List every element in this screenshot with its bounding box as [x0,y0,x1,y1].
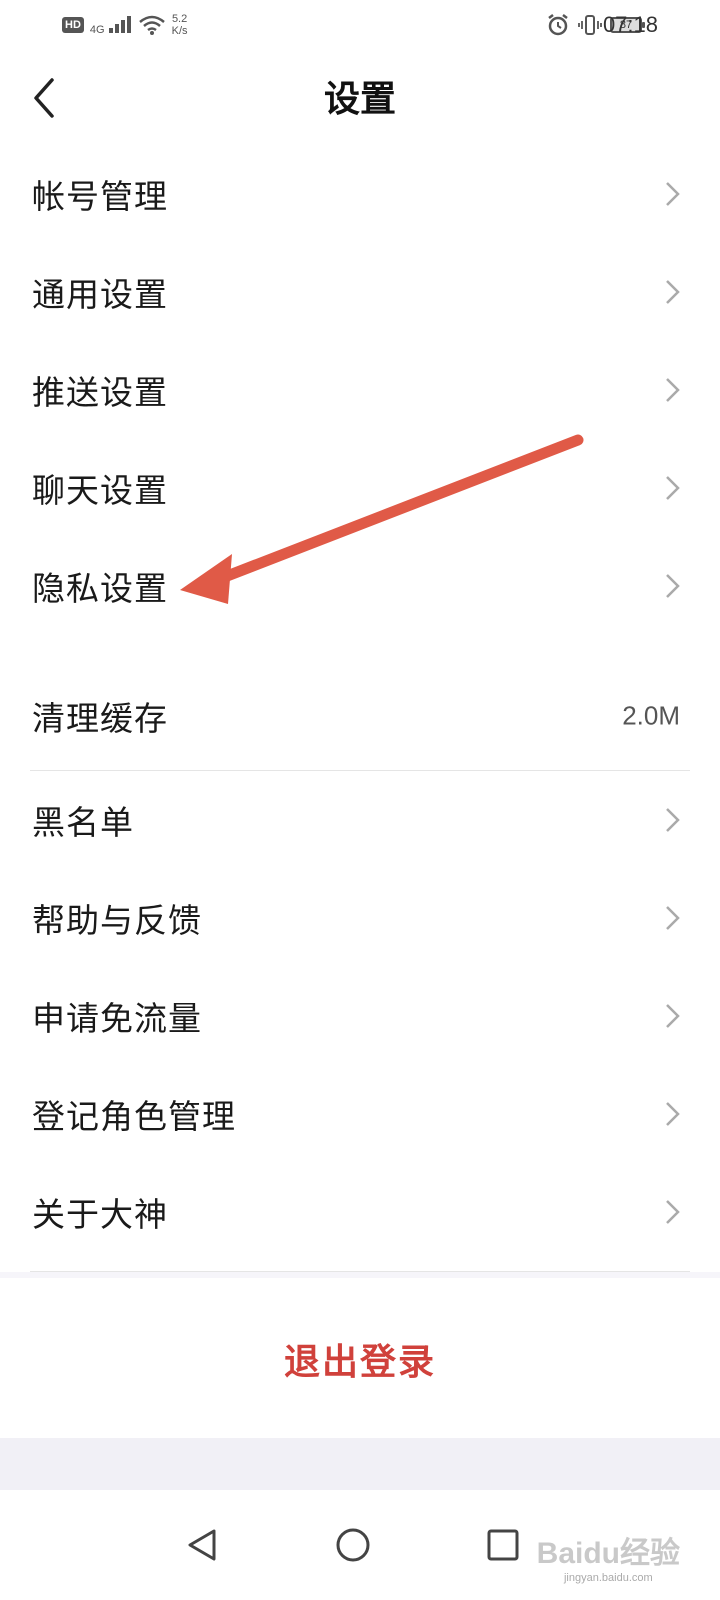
menu-item-label: 帮助与反馈 [32,901,202,940]
chevron-right-icon [666,378,680,402]
nav-home-button[interactable] [333,1525,373,1565]
chevron-right-icon [666,574,680,598]
chevron-right-icon [666,1102,680,1126]
system-nav-bar: Baidu经验 jingyan.baidu.com [0,1490,720,1600]
menu-item-account[interactable]: 帐号管理 [0,145,720,243]
status-bar: HD 4G 5.2 K/s 87 07:18 [0,0,720,50]
logout-section: 退出登录 [0,1278,720,1438]
status-left: HD 4G 5.2 K/s [62,10,188,40]
app-header: 设置 [0,50,720,145]
watermark-sub: jingyan.baidu.com [563,1572,653,1584]
chevron-right-icon [666,808,680,832]
menu-item-privacy[interactable]: 隐私设置 [0,537,720,635]
square-recent-icon [487,1529,519,1561]
page-title: 设置 [323,79,396,120]
menu-item-label: 隐私设置 [32,569,168,608]
menu-item-label: 通用设置 [32,275,168,314]
signal-indicator: 4G [90,15,132,36]
watermark-main: Baidu经验 [536,1537,680,1570]
baidu-watermark: Baidu经验 jingyan.baidu.com [537,1528,680,1584]
settings-menu: 帐号管理 通用设置 推送设置 聊天设置 隐私设置 清理缓存 2.0M 黑名单 帮… [0,145,720,1272]
menu-item-role-management[interactable]: 登记角色管理 [0,1065,720,1163]
menu-item-label: 帐号管理 [32,177,168,216]
menu-item-clear-cache[interactable]: 清理缓存 2.0M [0,635,720,770]
menu-item-push[interactable]: 推送设置 [0,341,720,439]
menu-item-label: 聊天设置 [32,471,168,510]
menu-item-general[interactable]: 通用设置 [0,243,720,341]
chevron-right-icon [666,1004,680,1028]
menu-item-label: 清理缓存 [32,699,168,738]
nav-back-button[interactable] [182,1525,222,1565]
vibrate-icon [578,15,602,35]
menu-item-blacklist[interactable]: 黑名单 [0,771,720,869]
menu-item-about[interactable]: 关于大神 [0,1163,720,1261]
menu-item-help-feedback[interactable]: 帮助与反馈 [0,869,720,967]
chevron-right-icon [666,182,680,206]
signal-label: 4G [89,23,105,36]
chevron-right-icon [666,280,680,304]
speed-value: 5.2 [171,13,188,25]
menu-item-label: 关于大神 [32,1195,168,1234]
logout-button[interactable]: 退出登录 [0,1333,720,1385]
chevron-right-icon [666,476,680,500]
nav-recent-button[interactable] [483,1525,523,1565]
menu-item-chat[interactable]: 聊天设置 [0,439,720,537]
menu-item-label: 黑名单 [32,803,134,842]
wifi-icon [138,15,165,35]
hd-badge: HD [62,17,84,33]
alarm-icon [548,14,568,36]
menu-item-free-data[interactable]: 申请免流量 [0,967,720,1065]
bottom-gap [0,1438,720,1490]
cache-size-value: 2.0M [622,700,680,731]
menu-item-label: 申请免流量 [32,999,202,1038]
divider [30,1271,690,1272]
menu-item-label: 推送设置 [32,373,168,412]
network-speed: 5.2 K/s [172,13,188,37]
status-time: 07:18 [602,12,658,37]
triangle-back-icon [188,1529,216,1561]
circle-home-icon [336,1528,370,1562]
signal-icon [108,15,131,33]
menu-item-label: 登记角色管理 [32,1097,236,1136]
speed-unit: K/s [171,25,188,37]
chevron-right-icon [666,1200,680,1224]
chevron-right-icon [666,906,680,930]
